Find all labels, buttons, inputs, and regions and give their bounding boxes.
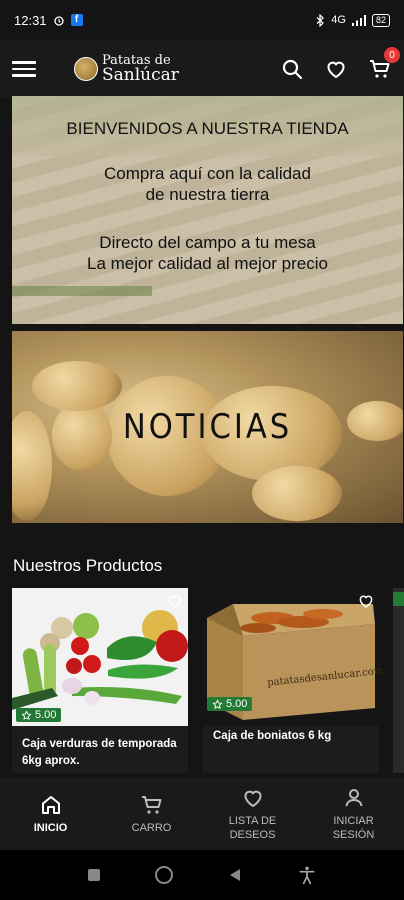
potato-image — [252, 466, 342, 521]
nav-cart-label: CARRO — [131, 822, 172, 834]
app-header: Patatas de Sanlúcar 0 — [0, 40, 404, 98]
nav-home-label: INICIO — [33, 822, 68, 834]
facebook-notification-icon: f — [70, 14, 83, 26]
welcome-line-5: La mejor calidad al mejor precio — [87, 254, 328, 273]
welcome-line-2: Compra aquí con la calidad — [104, 164, 311, 183]
favorite-heart-icon[interactable] — [166, 592, 184, 610]
nav-login-label: INICIAR SESIÓN — [332, 815, 375, 841]
product-title[interactable]: Caja de boniatos 6 kg — [213, 728, 373, 745]
welcome-line-3: de nuestra tierra — [145, 185, 270, 204]
back-icon[interactable] — [228, 868, 242, 882]
alarm-icon — [53, 16, 64, 26]
store-logo[interactable]: Patatas de Sanlúcar — [74, 54, 179, 84]
nav-wishlist-label: LISTA DE DESEOS — [228, 815, 277, 841]
network-type: 4G — [331, 14, 346, 26]
menu-icon[interactable] — [12, 57, 36, 81]
news-banner[interactable]: NOTICIAS — [12, 331, 403, 523]
product-card[interactable]: patatasdesanlucar.com 5.00 Caja de bonia… — [203, 588, 384, 773]
vegetables-box-image — [12, 588, 188, 726]
favorite-heart-icon[interactable] — [357, 592, 375, 610]
cart-count-badge: 0 — [384, 47, 400, 63]
partial-rating-badge — [393, 592, 404, 606]
welcome-line-4: Directo del campo a tu mesa — [99, 233, 316, 252]
products-section-title: Nuestros Productos — [13, 556, 163, 575]
bottom-navigation: INICIO CARRO LISTA DE DESEOS INICIAR SES… — [0, 778, 404, 850]
search-icon[interactable] — [280, 57, 304, 81]
system-navigation-bar — [0, 850, 404, 900]
bluetooth-icon — [316, 13, 325, 27]
product-title[interactable]: Caja verduras de temporada 6kg aprox. — [22, 736, 182, 770]
welcome-title: BIENVENIDOS A NUESTRA TIENDA — [66, 119, 349, 138]
rating-badge: 5.00 — [207, 697, 253, 711]
status-bar: 12:31 f 4G 82 — [0, 0, 404, 40]
products-carousel[interactable]: 5.00 Caja verduras de temporada 6kg apro… — [12, 588, 404, 778]
signal-icon — [351, 14, 366, 26]
news-title: NOTICIAS — [122, 407, 293, 447]
star-icon — [21, 709, 32, 720]
user-icon — [345, 789, 362, 807]
product-card[interactable]: 5.00 Caja verduras de temporada 6kg apro… — [12, 588, 188, 773]
star-icon — [212, 698, 223, 709]
heart-icon[interactable] — [324, 57, 348, 81]
rating-value: 5.00 — [35, 709, 57, 721]
welcome-banner[interactable]: BIENVENIDOS A NUESTRA TIENDA Compra aquí… — [12, 96, 403, 324]
home-system-button[interactable] — [154, 866, 173, 884]
nav-login[interactable]: INICIAR SESIÓN — [303, 778, 404, 850]
cart-icon — [141, 796, 161, 814]
battery-indicator: 82 — [371, 13, 390, 27]
heart-icon — [244, 790, 261, 808]
nav-home[interactable]: INICIO — [0, 778, 101, 850]
potato-image — [32, 361, 122, 411]
nav-cart[interactable]: CARRO — [101, 778, 202, 850]
product-card-partial[interactable] — [393, 588, 404, 773]
cart-button[interactable]: 0 — [368, 47, 400, 81]
logo-line-2: Sanlúcar — [102, 65, 179, 85]
recents-button[interactable] — [87, 869, 100, 881]
clock: 12:31 — [14, 12, 47, 28]
nav-wishlist[interactable]: LISTA DE DESEOS — [202, 778, 303, 850]
accessibility-icon[interactable] — [297, 865, 317, 885]
logo-emblem — [74, 57, 98, 81]
rating-value: 5.00 — [226, 698, 248, 710]
home-icon — [41, 796, 60, 814]
rating-badge: 5.00 — [16, 708, 62, 722]
